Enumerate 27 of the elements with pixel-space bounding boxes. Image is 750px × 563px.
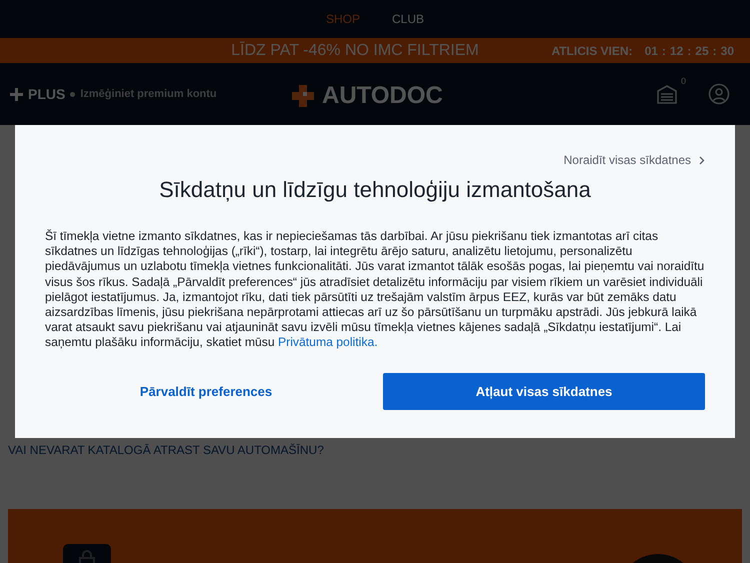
privacy-policy-link[interactable]: Privātuma politika. [278, 335, 378, 350]
promo-text: LĪDZ PAT -46% NO IMC FILTRIEM [231, 42, 479, 60]
timer-value: 30 [720, 44, 734, 58]
plus-icon [10, 88, 23, 100]
nav-tab[interactable]: CLUB [392, 12, 424, 26]
chevron-right-icon [699, 156, 705, 164]
accept-all-button[interactable]: Atļaut visas sīkdatnes [383, 372, 705, 410]
timer-value: 25 [695, 44, 709, 58]
manage-preferences-button[interactable]: Pārvaldīt preferences [45, 372, 367, 410]
timer-label: ATLICIS VIEN: [551, 44, 633, 58]
timer-separator: : [662, 44, 666, 58]
bullet-icon [70, 92, 76, 96]
garage-icon[interactable] [656, 84, 678, 104]
logo-cross-icon [292, 85, 314, 107]
plus-label[interactable]: PLUS [28, 86, 66, 102]
garage-count: 0 [680, 76, 686, 86]
dialog-title: Sīkdatņu un līdzīgu tehnoloģiju izmantošana [158, 177, 592, 203]
cookie-description: Šī tīmekļa vietne izmanto sīkdatnes, kas ir nepieciešamas tās darbībai. Ar jūsu piekrišanu tiek izmantotas arī citas sīkdatnes un līdzīgas tehnoloģijas („rīki“), tostarp, lai integrētu ārējo saturu, analizētu lietojumu, personalizētu piedāvājumus un uzlabotu tīmekļa vietnes funkcionalitāti. Jūs varat izmantot tālāk esošās pogas, lai pieņemtu vai noraidītu visus šos rīkus. Sadaļā „Pārvaldīt preferences“ jūs atradīsiet detalizētu informāciju par visiem rīkiem un varēsiet individuāli pielāgot iestatījumus. Ja, izmantojot rīku, dati tiek pārsūtīti uz trešajām valstīm ārpus EEZ, kurās var būt zemāks datu aizsardzības līmenis, jūsu piekrišana nepārprotami attiecas arī uz šo pārsūtīšanu un turpmāku apstrādi. Jūs jebkurā laikā varat atsaukt savu piekrišanu vai atjaunināt savu izvēli mūsu tīmekļa vietnes kājenes sadaļā „Sīkdatņu iestatījumi“. Lai saņemtu plašāku informāciju, skatiet mūsu Privātuma politika. [45, 229, 705, 351]
timer-value: 12 [670, 44, 684, 58]
catalog-link[interactable]: VAI NEVARAT KATALOGĀ ATRAST SAVU AUTOMAŠĪNU? [8, 443, 324, 457]
logo-text[interactable]: AUTODOC [322, 82, 443, 110]
timer-value: 01 [644, 44, 658, 58]
nav-tab[interactable]: SHOP [326, 12, 360, 26]
reject-all-link[interactable]: Noraidīt visas sīkdatnes [564, 153, 692, 167]
user-icon[interactable] [708, 83, 730, 105]
timer-separator: : [712, 44, 717, 58]
timer-separator: : [687, 44, 692, 58]
